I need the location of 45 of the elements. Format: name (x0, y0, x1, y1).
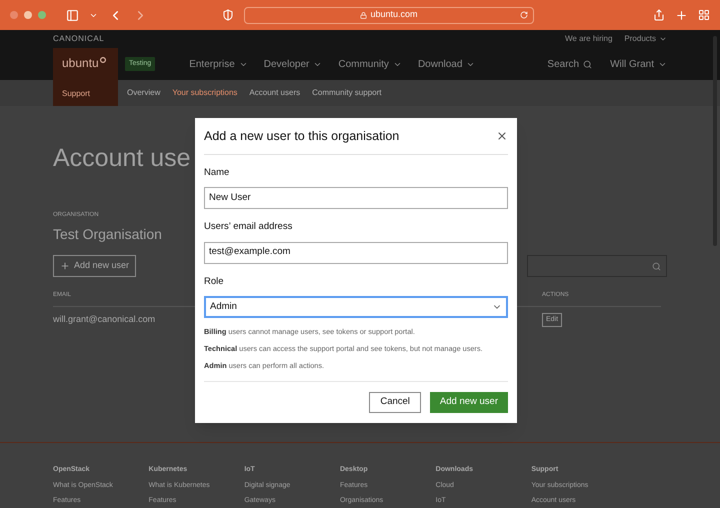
organisation-name: Test Organisation (53, 225, 162, 244)
search-link[interactable]: Search (547, 56, 592, 72)
minimize-window-button[interactable] (24, 11, 32, 19)
nav-link[interactable]: Developer (264, 56, 322, 72)
nav-link[interactable]: Enterprise (189, 56, 248, 72)
search-icon (652, 262, 661, 270)
top-link[interactable]: We are hiring (564, 33, 612, 45)
close-icon[interactable] (496, 130, 508, 142)
subnav-link[interactable]: Account users (249, 87, 300, 99)
input-field[interactable]: test@example.com (204, 242, 508, 264)
tabs-overview-icon[interactable] (698, 9, 710, 21)
search-icon (583, 60, 592, 68)
subnav-link[interactable]: Community support (312, 87, 382, 99)
table-cell-text: will.grant@canonical.com (53, 313, 156, 326)
nav-link[interactable]: Download (418, 56, 476, 72)
input-field[interactable]: New User (204, 187, 508, 210)
field-label: Role (204, 274, 225, 288)
brand-text: CANONICAL (53, 33, 104, 45)
cancel-button[interactable]: Cancel (369, 392, 421, 413)
user-menu[interactable]: Will Grant (610, 56, 667, 72)
share-icon[interactable] (653, 9, 665, 21)
shield-icon[interactable] (222, 9, 234, 21)
search-field[interactable] (527, 255, 667, 277)
address-bar[interactable]: ubuntu.com (244, 6, 534, 24)
logo-text: ubuntu (62, 57, 99, 69)
subnav-link[interactable]: Your subscriptions (172, 87, 238, 99)
reload-icon[interactable] (520, 11, 528, 19)
new-tab-icon[interactable] (675, 8, 688, 22)
chevron-down-icon (659, 35, 667, 43)
lock-icon (360, 12, 368, 18)
subnav-link[interactable]: Overview (127, 87, 160, 99)
nav-link[interactable]: Community (338, 56, 402, 72)
dialog-title: Add a new user to this organisation (204, 128, 400, 145)
field-label: Name (204, 166, 230, 180)
field-label: Users’ email address (204, 220, 294, 234)
plus-icon (60, 261, 70, 271)
add-user-button[interactable]: Add new user (430, 392, 508, 413)
add-user-button[interactable]: Add new user (53, 255, 136, 277)
role-select[interactable]: Admin (204, 296, 508, 318)
circle-of-friends-icon (100, 57, 106, 63)
section-label: Support (62, 88, 92, 100)
url-text: ubuntu.com (370, 8, 418, 22)
sidebar-icon[interactable] (66, 8, 79, 22)
page-title: Account use (53, 146, 191, 171)
top-link[interactable]: Products (624, 33, 667, 45)
